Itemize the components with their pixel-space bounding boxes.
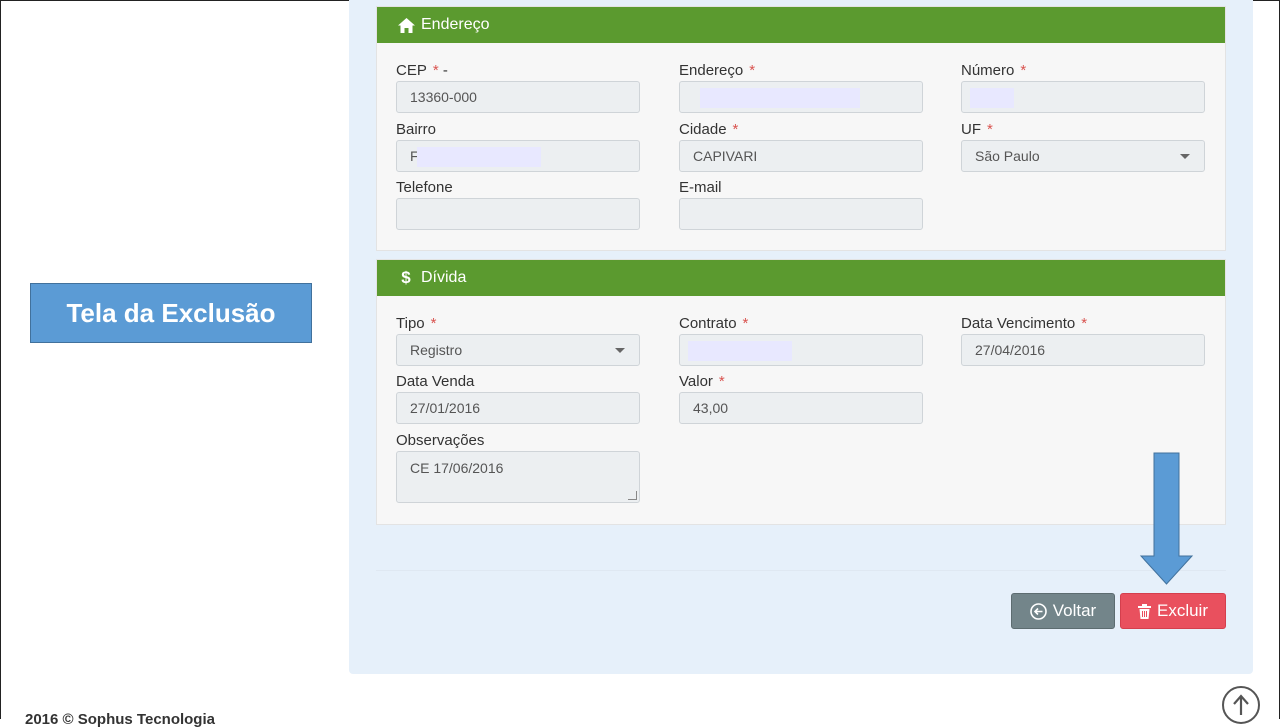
arrow-left-circle-icon	[1029, 602, 1047, 620]
excluir-button[interactable]: Excluir	[1120, 593, 1226, 629]
uf-label: UF *	[961, 121, 993, 138]
observacoes-textarea[interactable]: CE 17/06/2016	[396, 451, 640, 503]
trash-icon	[1137, 603, 1151, 619]
voltar-button[interactable]: Voltar	[1011, 593, 1115, 629]
email-field[interactable]	[679, 198, 923, 230]
callout-label: Tela da Exclusão	[30, 283, 312, 343]
valor-field[interactable]: 43,00	[679, 392, 923, 424]
valor-label: Valor *	[679, 373, 725, 390]
venda-field[interactable]: 27/01/2016	[396, 392, 640, 424]
cidade-field[interactable]: CAPIVARI	[679, 140, 923, 172]
numero-field[interactable]	[961, 81, 1205, 113]
bairro-field[interactable]: F	[396, 140, 640, 172]
endereco-field[interactable]	[679, 81, 923, 113]
telefone-label: Telefone	[396, 179, 453, 196]
vencimento-label: Data Vencimento *	[961, 315, 1088, 332]
uf-select[interactable]: São Paulo	[961, 140, 1205, 172]
cep-field[interactable]: 13360-000	[396, 81, 640, 113]
bairro-label: Bairro	[396, 121, 437, 138]
cep-label: CEP * -	[396, 62, 448, 79]
down-arrow-annotation-icon	[1139, 452, 1194, 585]
vencimento-field[interactable]: 27/04/2016	[961, 334, 1205, 366]
chevron-down-icon	[1180, 154, 1190, 159]
contrato-field[interactable]	[679, 334, 923, 366]
telefone-field[interactable]	[396, 198, 640, 230]
arrow-up-icon	[1232, 694, 1250, 716]
tipo-label: Tipo *	[396, 315, 437, 332]
excluir-label: Excluir	[1156, 601, 1208, 620]
cidade-label: Cidade *	[679, 121, 739, 138]
contrato-label: Contrato *	[679, 315, 749, 332]
resize-handle-icon[interactable]	[628, 491, 637, 500]
dollar-icon: $	[401, 268, 411, 287]
observacoes-label: Observações	[396, 432, 485, 449]
chevron-down-icon	[615, 348, 625, 353]
home-icon	[397, 16, 415, 34]
scroll-to-top-button[interactable]	[1222, 686, 1260, 724]
divida-panel-header: $ Dívida	[377, 260, 1225, 296]
tipo-select[interactable]: Registro	[396, 334, 640, 366]
divider	[376, 570, 1226, 571]
divida-panel-title: Dívida	[421, 269, 467, 286]
endereco-panel-header: Endereço	[377, 7, 1225, 43]
numero-label: Número *	[961, 62, 1027, 79]
callout-text: Tela da Exclusão	[66, 297, 276, 328]
voltar-label: Voltar	[1052, 601, 1097, 620]
venda-label: Data Venda	[396, 373, 475, 390]
endereco-label: Endereço *	[679, 62, 756, 79]
email-label: E-mail	[679, 179, 722, 196]
endereco-panel-title: Endereço	[421, 16, 490, 33]
